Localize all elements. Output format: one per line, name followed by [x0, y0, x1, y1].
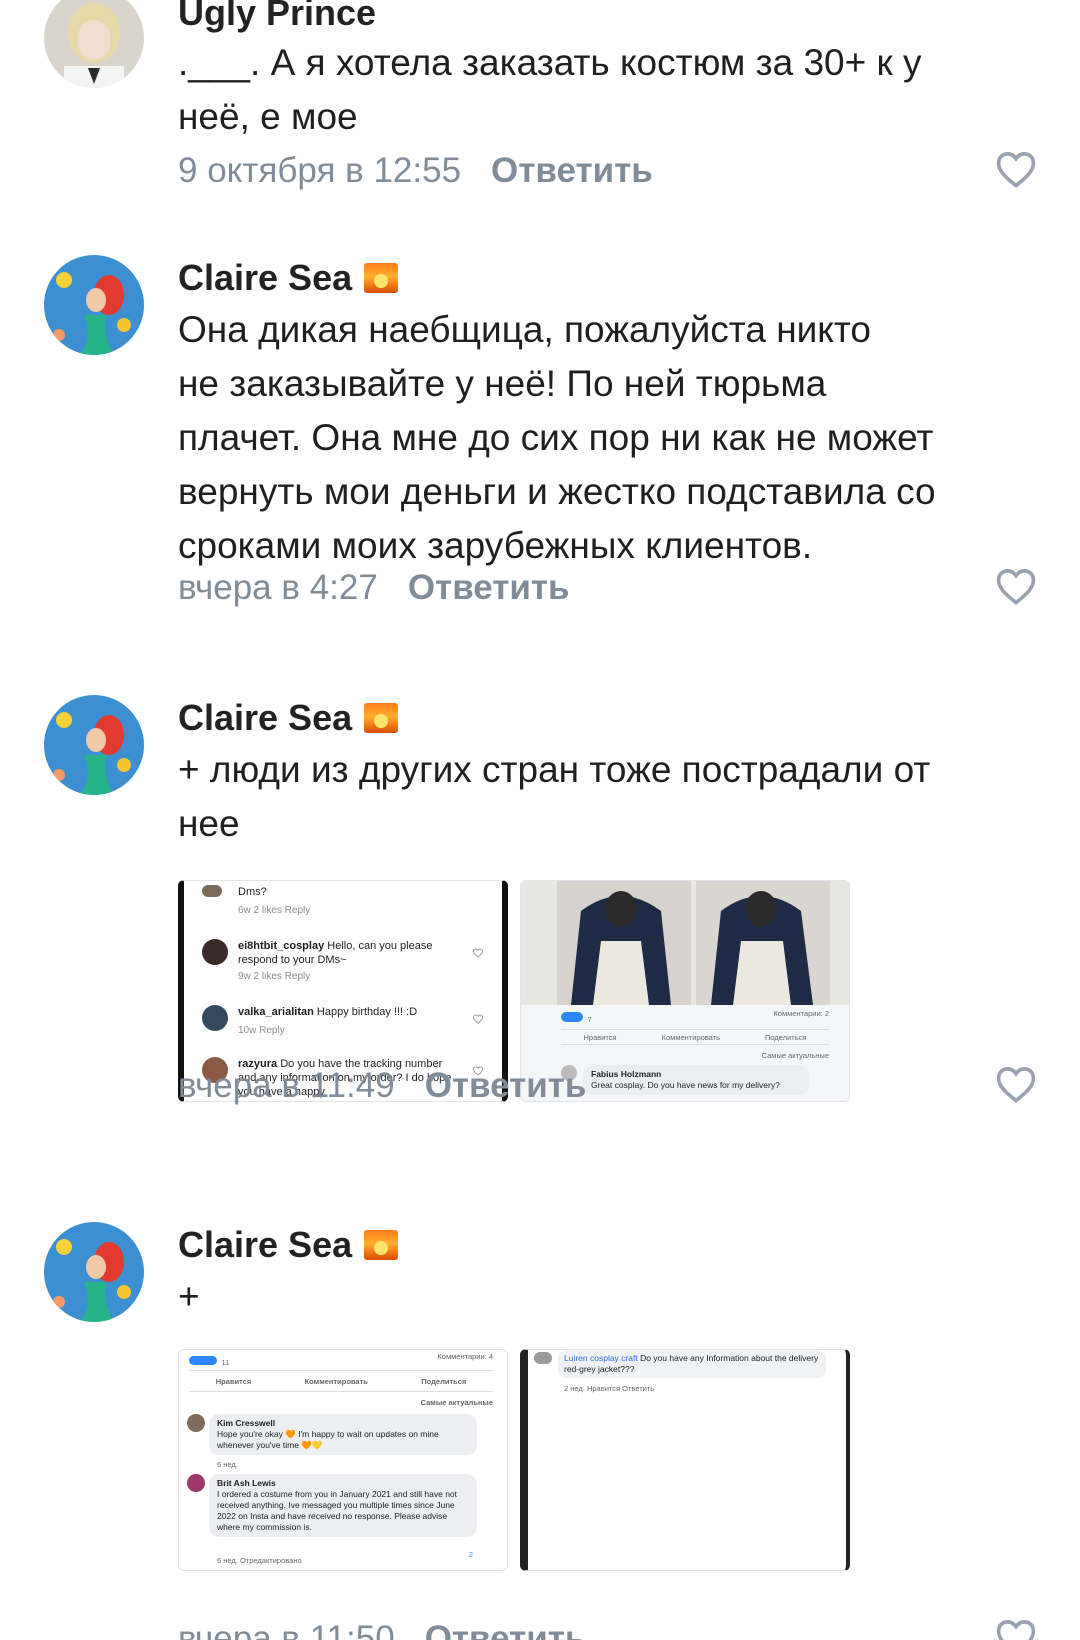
reply-button[interactable]: Ответить — [425, 1066, 587, 1105]
fb-comment: I ordered a costume from you in January … — [217, 1489, 458, 1532]
comment-author[interactable]: Claire Sea — [178, 695, 1040, 741]
avatar-ugly-prince-icon — [44, 0, 144, 88]
comment-author[interactable]: Claire Sea — [178, 1222, 1040, 1268]
fb-comment: Hope you're okay 🧡 I'm happy to wait on … — [217, 1429, 439, 1450]
fb-reaction-count: 7 — [587, 1015, 592, 1024]
ig-comment-meta: 10w Reply — [238, 1025, 285, 1036]
comment-meta: вчера в 11:50 Ответить — [178, 1614, 586, 1640]
sunset-emoji-icon — [364, 703, 399, 733]
attachment-image[interactable]: 11 Комментарии: 4 Нравится Комментироват… — [178, 1349, 508, 1571]
fb-share-action: Поделиться — [765, 1032, 807, 1042]
ig-comment-meta: 6w 2 likes Reply — [238, 905, 311, 916]
ig-comment-text: Dms? — [238, 886, 267, 898]
ig-comment-text: valka_arialitan Happy birthday !!! :D — [238, 1006, 418, 1018]
sunset-emoji-icon — [364, 263, 399, 293]
fb-like-action: Нравится — [215, 1376, 252, 1386]
reply-button[interactable]: Ответить — [408, 568, 570, 607]
avatar-mermaid-icon — [44, 695, 144, 795]
like-heart-icon — [472, 948, 484, 958]
avatar[interactable] — [44, 1222, 144, 1322]
comment-text: Она дикая наебщица, пожалуйста никто не … — [178, 309, 936, 566]
comment-meta: вчера в 11:49 Ответить — [178, 1061, 586, 1111]
sunset-emoji-icon — [364, 1230, 399, 1260]
fb-comment-meta: 6 нед. — [217, 1460, 238, 1469]
comment-meta: вчера в 4:27 Ответить — [178, 563, 570, 613]
reply-button[interactable]: Ответить — [425, 1619, 587, 1640]
comment-text: .___. А я хотела заказать костюм за 30+ … — [178, 42, 922, 137]
fb-comments-count: Комментарии: 4 — [437, 1352, 493, 1361]
comment-text: + люди из других стран тоже пострадали о… — [178, 749, 931, 844]
fb-commenter: Luiren cosplay craft — [564, 1353, 638, 1363]
ig-comment-meta: 9w 2 likes Reply — [238, 971, 311, 982]
attachment-image[interactable]: Luiren cosplay craft Do you have any Inf… — [520, 1349, 850, 1571]
comment-time: вчера в 11:49 — [178, 1066, 395, 1105]
fb-reaction-count: 2 — [468, 1550, 473, 1559]
fb-commenter: Fabius Holzmann — [591, 1069, 662, 1079]
ig-comment-text: ei8htbit_cosplay Hello, can you please r… — [238, 940, 433, 966]
comment-time: 9 октября в 12:55 — [178, 151, 462, 190]
cosplay-photo — [521, 881, 849, 1005]
fb-like-action: Нравится — [583, 1032, 617, 1042]
comment-text: + — [178, 1276, 200, 1317]
comment-author[interactable]: Ugly Prince — [178, 0, 1040, 36]
comment-time: вчера в 11:50 — [178, 1619, 395, 1640]
fb-comment-meta: 6 нед. Отредактировано — [217, 1556, 302, 1565]
fb-sort: Самые актуальные — [761, 1051, 829, 1060]
fb-sort: Самые актуальные — [420, 1398, 493, 1407]
comment-author[interactable]: Claire Sea — [178, 255, 1040, 301]
avatar[interactable] — [44, 695, 144, 795]
fb-commenter: Kim Cresswell — [217, 1418, 276, 1428]
comment-time: вчера в 4:27 — [178, 568, 378, 607]
fb-comment-meta: 2 нед. Нравится Ответить — [564, 1384, 655, 1393]
avatar-mermaid-icon — [44, 255, 144, 355]
like-heart-icon[interactable] — [994, 148, 1038, 192]
avatar-mermaid-icon — [44, 1222, 144, 1322]
fb-comment-action: Комментировать — [661, 1032, 721, 1042]
like-heart-icon[interactable] — [994, 565, 1038, 609]
fb-comment-action: Комментировать — [304, 1376, 368, 1386]
avatar[interactable] — [44, 255, 144, 355]
fb-share-action: Поделиться — [421, 1376, 467, 1386]
like-heart-icon[interactable] — [994, 1063, 1038, 1107]
fb-commenter: Brit Ash Lewis — [217, 1478, 276, 1488]
fb-comment: Great cosplay. Do you have news for my d… — [591, 1080, 780, 1090]
like-heart-icon[interactable] — [994, 1616, 1038, 1640]
avatar[interactable] — [44, 0, 144, 88]
fb-comments-count: Комментарии: 2 — [773, 1009, 829, 1018]
comment-meta: 9 октября в 12:55 Ответить — [178, 146, 653, 196]
reply-button[interactable]: Ответить — [491, 151, 653, 190]
like-heart-icon — [472, 1014, 484, 1024]
fb-reaction-count: 11 — [221, 1358, 230, 1367]
